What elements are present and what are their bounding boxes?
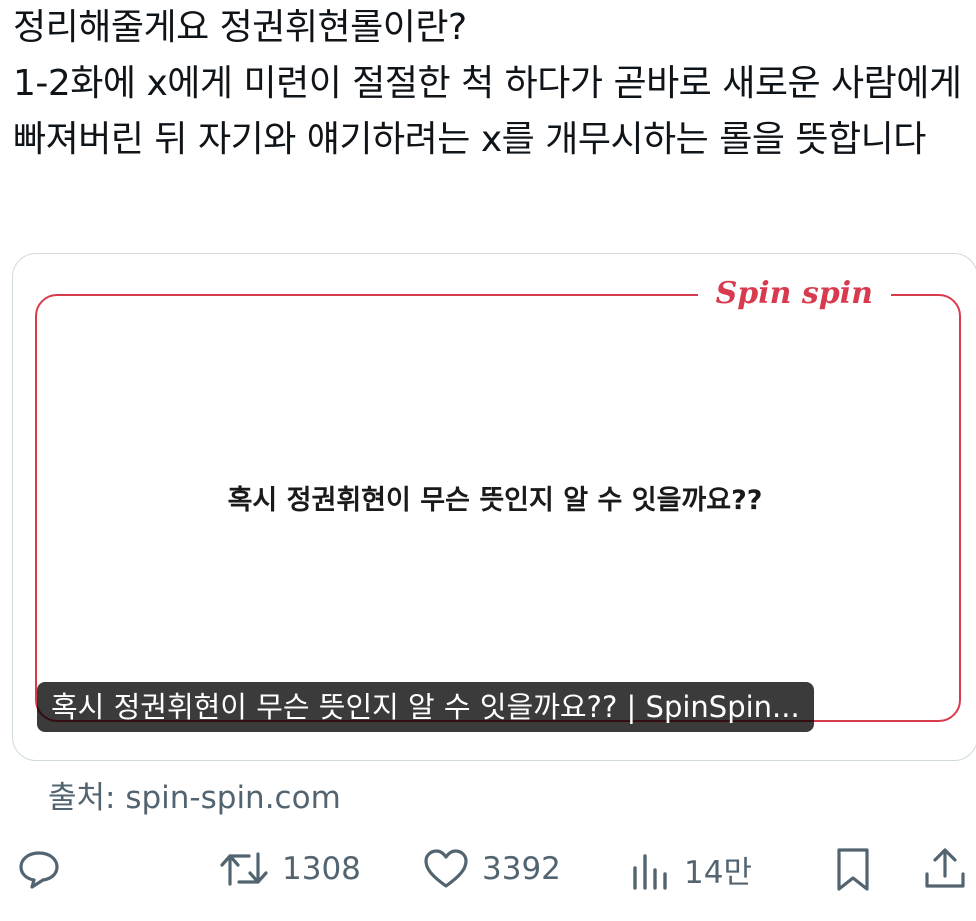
views-button[interactable]: 14만 — [630, 846, 752, 892]
source-link[interactable]: 출처: spin-spin.com — [48, 772, 341, 817]
heart-icon — [422, 846, 470, 892]
link-card[interactable]: Spin spin 혹시 정권휘현이 무슨 뜻인지 알 수 잇을까요?? 혹시 … — [12, 253, 976, 761]
bookmark-icon — [832, 846, 874, 892]
retweet-icon — [218, 846, 270, 892]
card-question: 혹시 정권휘현이 무슨 뜻인지 알 수 잇을까요?? — [227, 485, 763, 516]
retweet-button[interactable]: 1308 — [218, 846, 361, 892]
share-button[interactable] — [922, 846, 968, 892]
bookmark-button[interactable] — [832, 846, 874, 892]
action-bar: 1308 3392 14만 — [0, 840, 976, 900]
reply-button[interactable] — [16, 846, 62, 892]
views-icon — [630, 846, 672, 892]
like-button[interactable]: 3392 — [422, 846, 561, 892]
like-count: 3392 — [482, 851, 561, 887]
card-title[interactable]: 혹시 정권휘현이 무슨 뜻인지 알 수 잇을까요?? | SpinSpin... — [37, 682, 814, 732]
reply-icon — [16, 846, 62, 892]
spinspin-logo: Spin spin — [697, 274, 891, 314]
share-icon — [922, 846, 968, 892]
retweet-count: 1308 — [282, 851, 361, 887]
views-count: 14만 — [684, 854, 752, 891]
tweet-text: 정리해줄게요 정권휘현롤이란? 1-2화에 x에게 미련이 절절한 척 하다가 … — [13, 7, 962, 160]
